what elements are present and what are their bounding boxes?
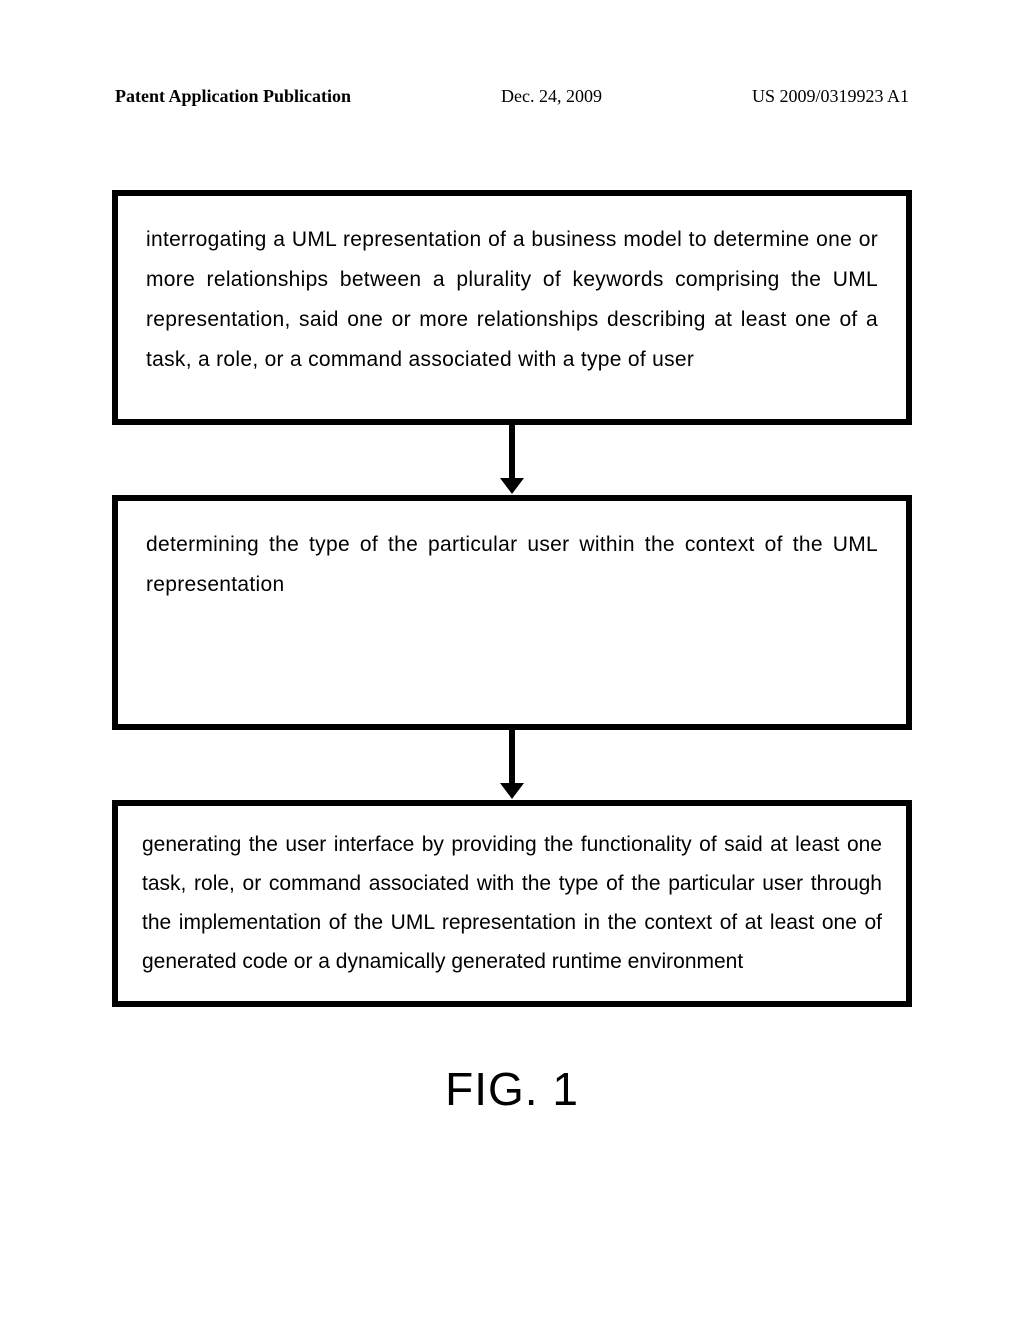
header-date: Dec. 24, 2009 bbox=[501, 86, 602, 107]
flowchart-step-1: interrogating a UML representation of a … bbox=[112, 190, 912, 425]
flowchart-step-2: determining the type of the particular u… bbox=[112, 495, 912, 730]
header-publication-type: Patent Application Publication bbox=[115, 86, 351, 107]
page-header: Patent Application Publication Dec. 24, … bbox=[0, 86, 1024, 107]
arrow-down-icon bbox=[509, 425, 515, 480]
arrow-1-to-2 bbox=[112, 425, 912, 495]
arrow-2-to-3 bbox=[112, 730, 912, 800]
arrow-down-icon bbox=[509, 730, 515, 785]
flowchart-step-3: generating the user interface by providi… bbox=[112, 800, 912, 1007]
figure-label: FIG. 1 bbox=[112, 1062, 912, 1116]
header-patent-number: US 2009/0319923 A1 bbox=[752, 86, 909, 107]
flowchart-diagram: interrogating a UML representation of a … bbox=[112, 190, 912, 1116]
